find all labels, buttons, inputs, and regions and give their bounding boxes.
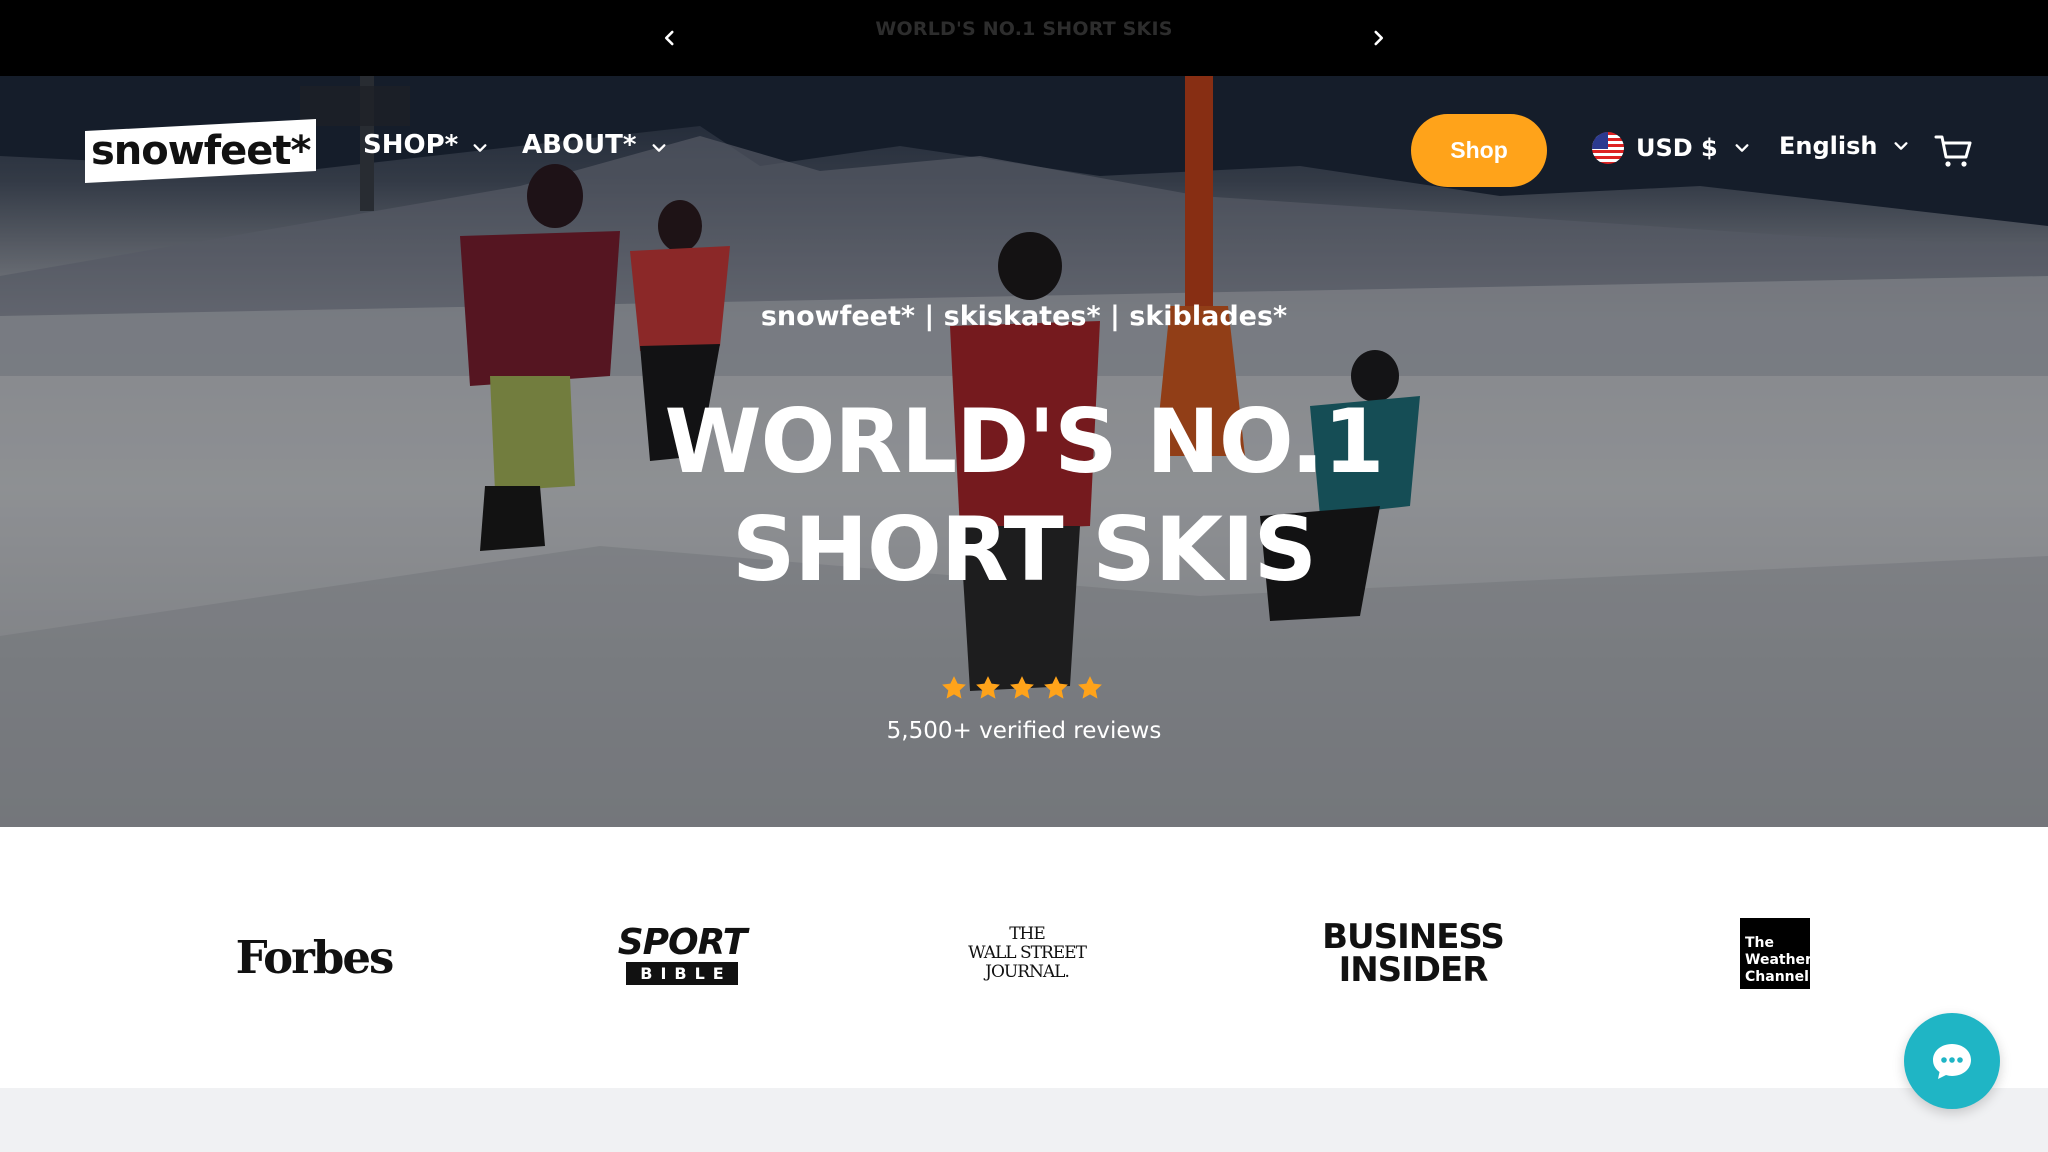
star-icon [1010, 676, 1034, 699]
us-flag-icon [1592, 132, 1624, 164]
chevron-down-icon [1735, 144, 1749, 152]
chevron-down-icon [473, 144, 487, 152]
chevron-down-icon [1894, 142, 1908, 150]
chat-icon [1933, 1044, 1971, 1079]
wsj-line-2: WALL STREET [968, 942, 1087, 963]
nav-about-label: ABOUT* [522, 130, 637, 160]
cart-icon[interactable] [1934, 133, 1972, 169]
nav-shop-menu[interactable]: SHOP* [363, 130, 488, 160]
weather-line-1: The [1745, 935, 1775, 951]
chevron-down-icon [652, 144, 665, 152]
weather-line-2: Weather [1745, 952, 1812, 968]
star-icon [976, 676, 1000, 699]
sport-bible-line-1: SPORT [617, 921, 748, 963]
headline-line-1: WORLD'S NO.1 [664, 390, 1385, 493]
sport-bible-line-2: BIBLE [626, 961, 738, 985]
press-logos-section: Forbes SPORT BIBLE THE WALL STREET JOURN… [0, 827, 2048, 1088]
hero-tagline: snowfeet* | skiskates* | skiblades* [760, 301, 1288, 332]
star-icon [1078, 676, 1102, 699]
language-label: English [1779, 132, 1878, 160]
sport-bible-logo: SPORT BIBLE [618, 921, 747, 987]
wsj-line-3: JOURNAL. [985, 961, 1070, 982]
weather-channel-logo: The Weather Channel [1740, 918, 1812, 989]
nav-about-menu[interactable]: ABOUT* [522, 130, 667, 160]
headline-line-2: SHORT SKIS [732, 498, 1317, 601]
currency-label: USD $ [1636, 134, 1718, 162]
wsj-line-1: THE [1009, 923, 1046, 944]
announcement-text: WORLD'S NO.1 SHORT SKIS [875, 18, 1173, 40]
nav-shop-label: SHOP* [363, 130, 459, 160]
hero-headline: WORLD'S NO.1 SHORT SKIS [0, 388, 2048, 604]
bi-line-2: INSIDER [1338, 950, 1489, 990]
logo-text: snowfeet* [90, 128, 311, 175]
business-insider-logo: BUSINESS INSIDER [1318, 920, 1508, 988]
currency-selector[interactable]: USD $ [1592, 132, 1750, 164]
announcement-bar: WORLD'S NO.1 SHORT SKIS [0, 0, 2048, 76]
hero-section: snowfeet* SHOP* ABOUT* Shop USD $ Englis… [0, 76, 2048, 827]
chat-widget-button[interactable] [1904, 1013, 2000, 1109]
weather-line-3: Channel [1745, 969, 1809, 985]
star-icon [1044, 676, 1068, 699]
rating-stars [940, 674, 1104, 702]
next-announcement-button[interactable] [1362, 22, 1394, 54]
forbes-logo: Forbes [235, 930, 395, 984]
shop-button[interactable]: Shop [1411, 114, 1547, 187]
reviews-count[interactable]: 5,500+ verified reviews [0, 718, 2048, 744]
site-logo[interactable]: snowfeet* [85, 118, 316, 184]
star-icon [942, 676, 966, 699]
wall-street-journal-logo: THE WALL STREET JOURNAL. [968, 919, 1087, 987]
next-section-band [0, 1088, 2048, 1152]
language-selector[interactable]: English [1779, 132, 1909, 160]
chevron-right-icon [1374, 30, 1384, 46]
